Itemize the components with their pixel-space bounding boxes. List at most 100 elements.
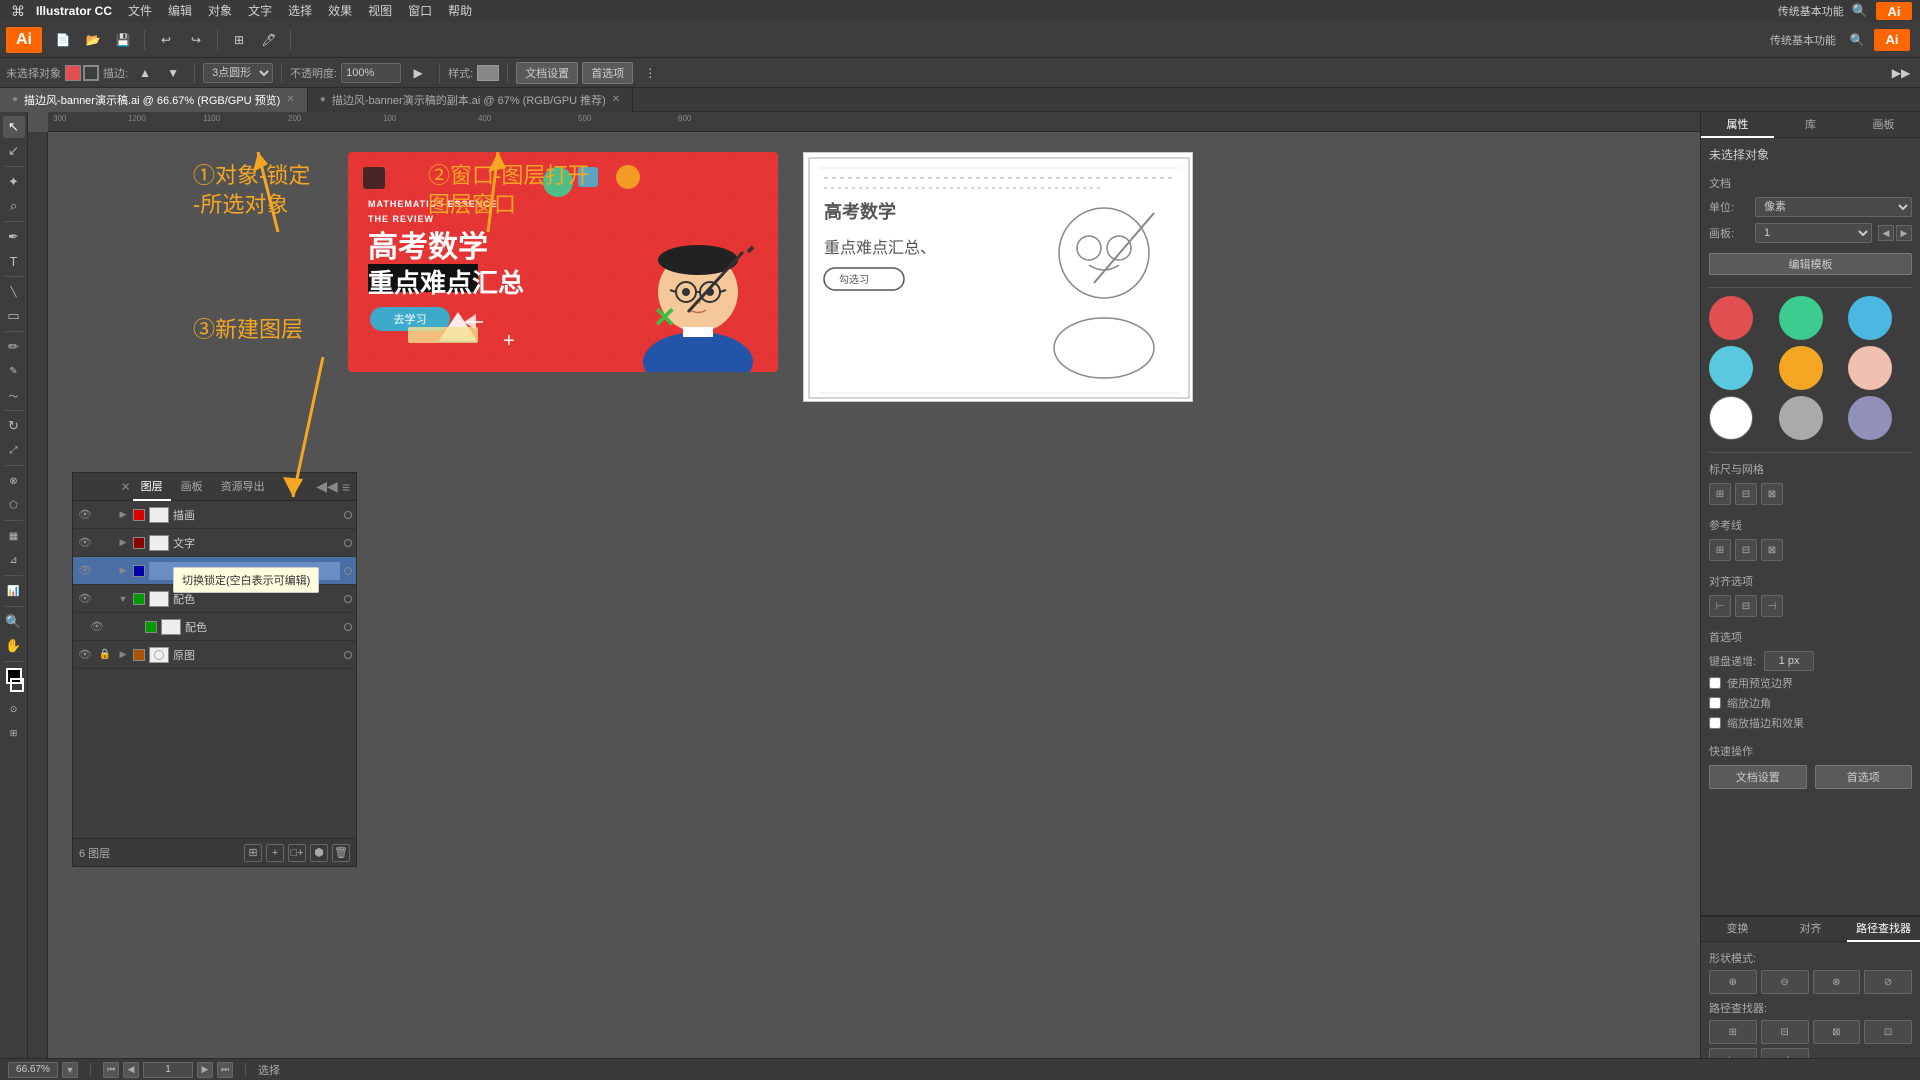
apple-menu[interactable]: ⌘ <box>8 3 28 20</box>
tool-chart[interactable]: 📊 <box>3 580 25 602</box>
layer-lock-4[interactable]: 🔒 <box>97 647 113 663</box>
align-center-h[interactable]: ⊟ <box>1735 595 1757 617</box>
color-red[interactable] <box>1709 296 1753 340</box>
pf-crop[interactable]: ⊡ <box>1864 1020 1912 1044</box>
stroke-down[interactable]: ▼ <box>160 60 186 86</box>
tool-hand[interactable]: ✋ <box>3 635 25 657</box>
undo-btn[interactable]: ↩ <box>153 27 179 53</box>
color-teal[interactable] <box>1779 296 1823 340</box>
opacity-up[interactable]: ▶ <box>405 60 431 86</box>
right-bottom-tab-transform[interactable]: 变换 <box>1701 916 1774 942</box>
layer-eye-1[interactable]: 👁 <box>77 535 93 551</box>
tool-paintbrush[interactable]: ✏ <box>3 336 25 358</box>
layer-item-2[interactable]: 👁 ▶ 切换锁定(空白表示可编辑) <box>73 557 356 585</box>
layer-eye-0[interactable]: 👁 <box>77 507 93 523</box>
prefs-btn[interactable]: 首选项 <box>582 62 633 84</box>
layer-lock-0[interactable] <box>97 507 113 523</box>
tool-screen-mode[interactable]: ⊞ <box>3 722 25 744</box>
color-lavender[interactable] <box>1848 396 1892 440</box>
layer-eye-3c[interactable]: 👁 <box>89 619 105 635</box>
tool-pencil[interactable]: ✎ <box>3 360 25 382</box>
quick-doc-settings-btn[interactable]: 文档设置 <box>1709 765 1807 789</box>
tool-gradient[interactable]: ▦ <box>3 525 25 547</box>
zoom-down-btn[interactable]: ▼ <box>62 1062 78 1078</box>
layer-expand-0[interactable]: ▶ <box>117 509 129 521</box>
new-artboard-btn[interactable]: □+ <box>288 844 306 862</box>
new-layer-btn[interactable]: + <box>266 844 284 862</box>
panel-tab-layers[interactable]: 图层 <box>133 473 171 501</box>
layer-eye-2[interactable]: 👁 <box>77 563 93 579</box>
menu-object[interactable]: 对象 <box>200 0 240 22</box>
pf-merge[interactable]: ⊠ <box>1813 1020 1861 1044</box>
open-btn[interactable]: 📂 <box>80 27 106 53</box>
style-box[interactable] <box>477 65 499 81</box>
make-sublayer-btn[interactable]: ⊞ <box>244 844 262 862</box>
ruler-btn[interactable]: ⊞ <box>1709 483 1731 505</box>
shape-unite[interactable]: ⊕ <box>1709 970 1757 994</box>
zoom-input[interactable] <box>8 1062 58 1078</box>
page-prev[interactable]: ◀ <box>123 1062 139 1078</box>
color-peach[interactable] <box>1848 346 1892 390</box>
new-doc-btn[interactable]: 📄 <box>50 27 76 53</box>
shape-minus[interactable]: ⊖ <box>1761 970 1809 994</box>
page-input[interactable] <box>143 1062 193 1078</box>
tool-rotate[interactable]: ↻ <box>3 415 25 437</box>
panel-menu-btn[interactable]: ≡ <box>342 479 350 495</box>
menu-file[interactable]: 文件 <box>120 0 160 22</box>
color-orange[interactable] <box>1779 346 1823 390</box>
shape-select[interactable]: 3点圆形 <box>203 63 273 83</box>
color-gray[interactable] <box>1779 396 1823 440</box>
guide-btn-3[interactable]: ⊠ <box>1761 539 1783 561</box>
kb-input[interactable] <box>1764 651 1814 671</box>
layer-eye-3[interactable]: 👁 <box>77 591 93 607</box>
layer-item-0[interactable]: 👁 ▶ 描画 <box>73 501 356 529</box>
redo-btn[interactable]: ↪ <box>183 27 209 53</box>
tool-magic-wand[interactable]: ✦ <box>3 171 25 193</box>
arrange-view-btn[interactable]: ⊞ <box>226 27 252 53</box>
layer-item-1[interactable]: 👁 ▶ 文字 <box>73 529 356 557</box>
doc-settings-btn[interactable]: 文档设置 <box>516 62 578 84</box>
tool-envelope[interactable]: ⬠ <box>3 494 25 516</box>
align-right[interactable]: ⊣ <box>1761 595 1783 617</box>
layer-item-4[interactable]: 👁 🔒 ▶ 原图 <box>73 641 356 669</box>
menu-effects[interactable]: 效果 <box>320 0 360 22</box>
layer-lock-3[interactable] <box>97 591 113 607</box>
canvas-area[interactable]: 300 1200 1100 200 100 400 500 600 ①对象-锁定… <box>28 112 1700 1080</box>
artboard-select[interactable]: 1 2 <box>1755 223 1872 243</box>
color-white[interactable] <box>1709 396 1753 440</box>
right-tab-library[interactable]: 库 <box>1774 112 1847 138</box>
tab-1-close[interactable]: ✕ <box>286 94 294 105</box>
edit-template-btn[interactable]: 编辑模板 <box>1709 253 1912 275</box>
pf-trim[interactable]: ⊟ <box>1761 1020 1809 1044</box>
right-bottom-tab-pathfinder[interactable]: 路径查找器 <box>1847 916 1920 942</box>
panel-collapse-btn[interactable]: ◀◀ <box>316 478 338 495</box>
tool-selection[interactable]: ↖ <box>3 116 25 138</box>
stroke-up[interactable]: ▲ <box>132 60 158 86</box>
tool-pen[interactable]: ✒ <box>3 226 25 248</box>
unit-select[interactable]: 像素 毫米 厘米 <box>1755 197 1912 217</box>
layer-rename-input[interactable] <box>149 562 340 580</box>
tool-draw-mode[interactable]: ⊙ <box>3 698 25 720</box>
tab-2[interactable]: ● 描边风-banner演示稿的副本.ai @ 67% (RGB/GPU 推荐)… <box>308 88 633 112</box>
layer-expand-4[interactable]: ▶ <box>117 649 129 661</box>
align-left[interactable]: ⊢ <box>1709 595 1731 617</box>
stroke-swatch[interactable] <box>10 678 24 692</box>
view-mode-btn[interactable]: 🖊 <box>256 27 282 53</box>
panel-tab-artboards[interactable]: 画板 <box>173 473 211 501</box>
tool-shape[interactable]: ▭ <box>3 305 25 327</box>
page-last[interactable]: ⏭ <box>217 1062 233 1078</box>
tool-line[interactable]: ╲ <box>3 281 25 303</box>
grid-btn[interactable]: ⊟ <box>1735 483 1757 505</box>
guide-btn-2[interactable]: ⊟ <box>1735 539 1757 561</box>
tool-blend[interactable]: ⊗ <box>3 470 25 492</box>
tool-eyedropper[interactable]: ⊿ <box>3 549 25 571</box>
tool-scale[interactable]: ⤢ <box>3 439 25 461</box>
artboard-prev[interactable]: ◀ <box>1878 225 1894 241</box>
pixel-preview-btn[interactable]: ⊠ <box>1761 483 1783 505</box>
shape-exclude[interactable]: ⊘ <box>1864 970 1912 994</box>
artboard-next[interactable]: ▶ <box>1896 225 1912 241</box>
panel-tab-export[interactable]: 资源导出 <box>213 473 273 501</box>
stroke-color[interactable] <box>83 65 99 81</box>
page-next[interactable]: ▶ <box>197 1062 213 1078</box>
menu-view[interactable]: 视图 <box>360 0 400 22</box>
